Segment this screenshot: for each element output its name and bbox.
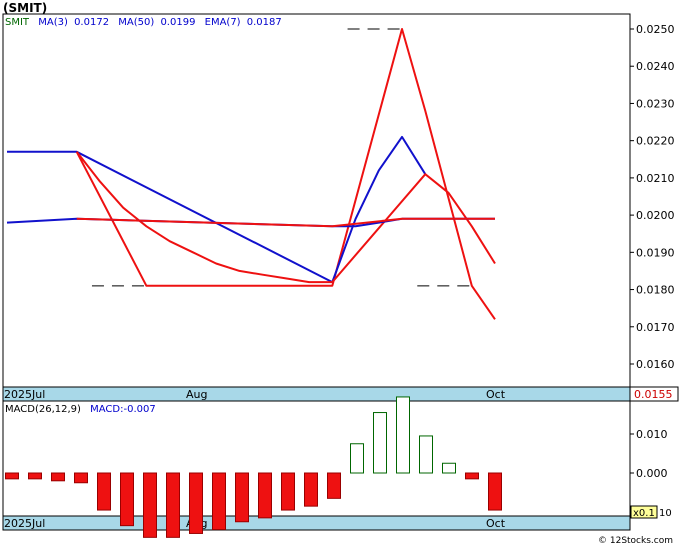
price-y-tick-label: 0.0180 [636,284,675,297]
legend-ma3-label: MA(3) [38,17,68,28]
macd-axis-band [2,515,631,531]
legend-ma50-value: 0.0199 [160,17,195,28]
macd-bar [258,472,272,519]
macd-bar [235,472,249,523]
stock-chart: (SMIT) 0.0155 2025Jul Aug Oct SMIT MA(3)… [2,1,679,546]
legend-ticker: SMIT [5,17,30,28]
x-label-end: Oct [486,388,506,401]
macd-y-tick-label: 0.010 [636,428,668,441]
legend-ma50-label: MA(50) [118,17,154,28]
x-label-start: 2025Jul [4,388,45,401]
macd-bar [465,472,479,480]
macd-bar [74,472,88,484]
price-y-tick-label: 0.0170 [636,321,675,334]
macd-legend: MACD(26,12,9) MACD:-0.007 [5,404,156,415]
macd-y-axis: 0.000 0.010 [630,428,668,480]
legend-ema7-value: 0.0187 [247,17,282,28]
macd-x-label-start: 2025Jul [4,517,45,530]
macd-scale-tag: x0.1 [633,508,655,519]
macd-bar [189,472,203,534]
macd-bar [304,472,318,507]
price-axis-band [2,386,631,402]
price-y-tick-label: 0.0230 [636,97,675,110]
price-y-tick-label: 0.0240 [636,60,675,73]
macd-bar [28,472,42,480]
price-y-tick-label: 0.0220 [636,135,675,148]
price-y-tick-label: 0.0190 [636,246,675,259]
legend-ma3-value: 0.0172 [74,17,109,28]
price-y-tick-label: 0.0250 [636,23,675,36]
macd-bar [488,472,502,511]
macd-bar [51,472,65,482]
legend: SMIT MA(3) 0.0172 MA(50) 0.0199 EMA(7) 0… [5,17,282,28]
macd-bar [281,472,295,511]
macd-extra-tick: 10 [659,508,672,519]
macd-bar [97,472,111,511]
copyright: © 12Stocks.com [598,536,673,546]
macd-legend-label: MACD(26,12,9) [5,404,81,415]
macd-y-tick-label: 0.000 [636,467,668,480]
macd-bar [350,443,364,474]
macd-x-label-end: Oct [486,517,506,530]
macd-bar [120,472,134,527]
macd-bar [442,462,456,474]
chart-title: (SMIT) [3,1,47,15]
macd-bar [5,472,19,480]
macd-bar [166,472,180,538]
legend-ema7-label: EMA(7) [205,17,241,28]
macd-bar [373,412,387,474]
macd-bar [419,435,433,474]
macd-bar [143,472,157,538]
macd-bar [396,396,410,474]
last-price-tag: 0.0155 [634,388,673,401]
price-panel [2,13,631,388]
macd-legend-value: MACD:-0.007 [90,404,156,415]
price-y-tick-label: 0.0160 [636,358,675,371]
price-y-tick-label: 0.0210 [636,172,675,185]
macd-bar [212,472,226,531]
macd-bar [327,472,341,499]
price-y-axis: 0.0160 0.0170 0.0180 0.0190 0.0200 0.0210 0.02… [630,23,675,371]
x-label-mid: Aug [186,388,207,401]
price-y-tick-label: 0.0200 [636,209,675,222]
